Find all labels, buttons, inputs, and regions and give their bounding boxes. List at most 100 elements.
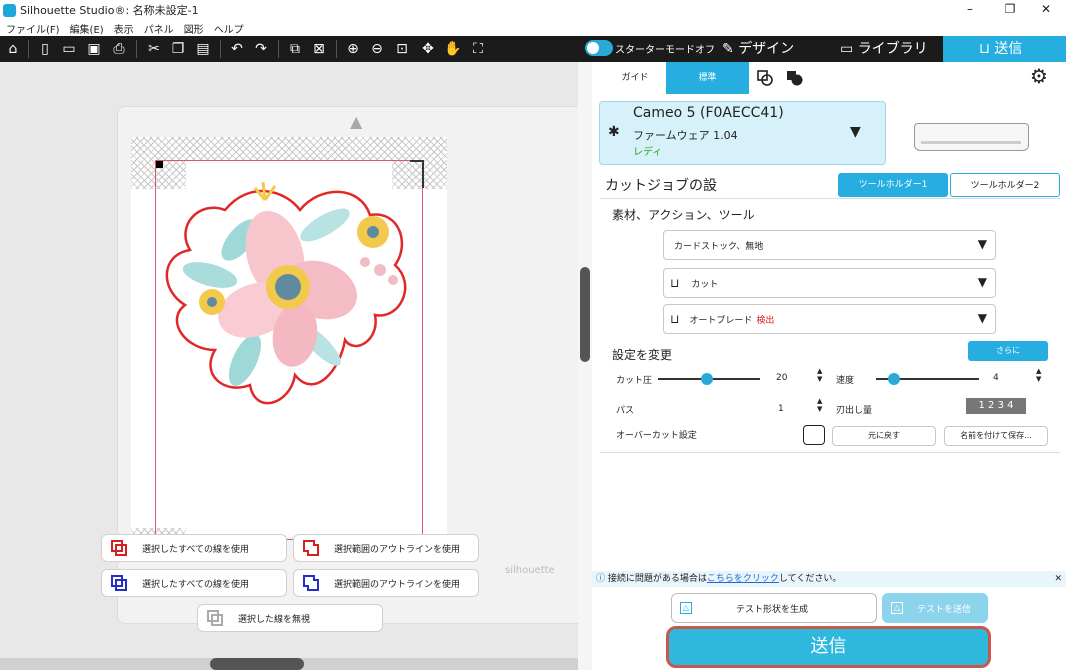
menu-view[interactable]: 表示 [114, 21, 134, 36]
machine-illustration [914, 123, 1029, 151]
menu-edit[interactable]: 編集(E) [70, 21, 104, 36]
speed-slider-knob[interactable] [888, 373, 900, 385]
menu-help[interactable]: ヘルプ [214, 21, 244, 36]
outline-blue-icon [303, 575, 319, 591]
reset-button[interactable]: 元に戻す [832, 426, 936, 446]
device-status: レディ [633, 147, 663, 158]
material-dropdown[interactable]: カードストック、無地 ▼ [663, 230, 996, 260]
test-shape-label: テスト形状を生成 [736, 604, 809, 615]
tool-holder-2-tab[interactable]: ツールホルダー2 [950, 173, 1060, 197]
menu-shape[interactable]: 図形 [184, 21, 204, 36]
copy-icon[interactable]: ❐ [168, 39, 188, 59]
send-button[interactable]: 送信 [666, 626, 991, 668]
starter-mode-label: スターターモードオフ [615, 45, 715, 56]
action-label: 選択範囲のアウトラインを使用 [334, 544, 461, 555]
triangle-icon: △ [891, 602, 903, 614]
ungroup-icon[interactable]: ⊠ [309, 39, 329, 59]
all-lines-red-icon [111, 540, 127, 556]
bluetooth-icon: ✱ [608, 124, 620, 140]
print-icon[interactable]: ⎙ [109, 39, 129, 59]
fit-page-icon[interactable]: ⛶ [468, 39, 488, 59]
use-all-lines-red-button[interactable]: 選択したすべての線を使用 [101, 534, 287, 562]
drag-zoom-icon[interactable]: ✥ [418, 39, 438, 59]
generate-test-shape-button[interactable]: △ テスト形状を生成 [671, 593, 877, 623]
use-outline-red-button[interactable]: 選択範囲のアウトラインを使用 [293, 534, 479, 562]
info-text-suffix: してください。 [778, 574, 842, 584]
undo-icon[interactable]: ↶ [227, 39, 247, 59]
zoom-out-icon[interactable]: ⊖ [367, 39, 387, 59]
redo-icon[interactable]: ↷ [251, 39, 271, 59]
close-button[interactable]: ✕ [1026, 0, 1066, 20]
zoom-selection-icon[interactable]: ⊡ [392, 39, 412, 59]
design-icon: ✎ [722, 41, 739, 57]
use-all-lines-blue-button[interactable]: 選択したすべての線を使用 [101, 569, 287, 597]
chevron-down-icon: ▼ [977, 311, 987, 325]
cut-tool-icon: ⊔ [670, 276, 680, 290]
passes-label: パス [616, 406, 635, 416]
action-label: 選択範囲のアウトラインを使用 [334, 579, 461, 590]
horizontal-scroll-thumb[interactable] [210, 658, 304, 670]
material-section-title: 素材、アクション、ツール [612, 208, 755, 222]
blade-depth-dial[interactable]: 1 2 3 4 [966, 398, 1026, 414]
tab-send[interactable]: ⊔ 送信 [943, 36, 1066, 62]
tab-design[interactable]: ✎ デザイン [722, 36, 822, 62]
save-icon[interactable]: ▣ [84, 39, 104, 59]
tool-dropdown[interactable]: ⊔ オートブレード 検出 ▼ [663, 304, 996, 334]
ignore-lines-icon [207, 610, 223, 626]
info-close-icon[interactable]: ✕ [1054, 571, 1062, 587]
paste-icon[interactable]: ▤ [193, 39, 213, 59]
settings-gear-icon[interactable]: ⚙ [1030, 64, 1048, 88]
pan-hand-icon[interactable]: ✋ [443, 39, 463, 59]
group-icon[interactable]: ⧉ [285, 39, 305, 59]
open-folder-icon[interactable]: ▭ [59, 39, 79, 59]
action-value: カット [691, 279, 719, 290]
force-value: 20 [776, 373, 788, 383]
settings-title: 設定を変更 [612, 348, 673, 362]
ignore-lines-button[interactable]: 選択した線を無視 [197, 604, 383, 632]
device-name: Cameo 5 (F0AECC41) [633, 105, 784, 121]
tool-holder-1-tab[interactable]: ツールホルダー1 [838, 173, 948, 197]
tool-value: オートブレード [689, 315, 753, 326]
more-button[interactable]: さらに [968, 341, 1048, 361]
mode-standard[interactable]: 標準 [666, 62, 749, 94]
send-test-button[interactable]: △ テストを送信 [882, 593, 988, 623]
speed-value: 4 [993, 373, 999, 383]
speed-stepper[interactable]: ▲ ▼ [1036, 367, 1041, 383]
silhouette-watermark: silhouette [505, 565, 555, 576]
info-text: 接続に問題がある場合は [607, 574, 707, 584]
menu-file[interactable]: ファイル(F) [6, 21, 60, 36]
save-as-button[interactable]: 名前を付けて保存... [944, 426, 1048, 446]
device-selector[interactable]: ✱ Cameo 5 (F0AECC41) ファームウェア 1.04 レディ ▼ [599, 101, 886, 165]
tab-library[interactable]: ▭ ライブラリ [840, 36, 940, 62]
speed-label: 速度 [836, 376, 855, 386]
action-label: 選択したすべての線を使用 [142, 579, 250, 590]
action-label: 選択したすべての線を使用 [142, 544, 250, 555]
overlap-shapes-icon[interactable] [757, 70, 773, 86]
info-link[interactable]: こちらをクリック [707, 574, 779, 584]
vertical-scroll-thumb[interactable] [580, 267, 590, 362]
cut-icon[interactable]: ✂ [144, 39, 164, 59]
connection-info-bar: ⓘ 接続に問題がある場合はこちらをクリックしてください。 ✕ [592, 571, 1066, 587]
vertical-scrollbar[interactable] [578, 62, 592, 670]
mode-guide[interactable]: ガイド [610, 64, 660, 92]
force-stepper[interactable]: ▲ ▼ [817, 367, 822, 383]
menu-panel[interactable]: パネル [144, 21, 174, 36]
new-file-icon[interactable]: ▯ [35, 39, 55, 59]
zoom-in-icon[interactable]: ⊕ [343, 39, 363, 59]
minimize-button[interactable]: – [950, 0, 990, 20]
divider [600, 198, 1060, 199]
home-icon[interactable]: ⌂ [3, 39, 23, 59]
filled-shapes-icon[interactable] [786, 70, 804, 86]
force-label: カット圧 [616, 376, 653, 386]
registration-hatch-top [131, 137, 447, 161]
starter-mode-toggle[interactable] [585, 40, 613, 56]
passes-stepper[interactable]: ▲ ▼ [817, 397, 822, 413]
action-label: 選択した線を無視 [238, 614, 311, 625]
use-outline-blue-button[interactable]: 選択範囲のアウトラインを使用 [293, 569, 479, 597]
action-dropdown[interactable]: ⊔ カット ▼ [663, 268, 996, 298]
force-slider-knob[interactable] [701, 373, 713, 385]
maximize-button[interactable]: ❐ [990, 0, 1030, 20]
all-lines-blue-icon [111, 575, 127, 591]
overcut-checkbox[interactable] [803, 425, 825, 445]
flower-artwork[interactable] [155, 170, 415, 415]
